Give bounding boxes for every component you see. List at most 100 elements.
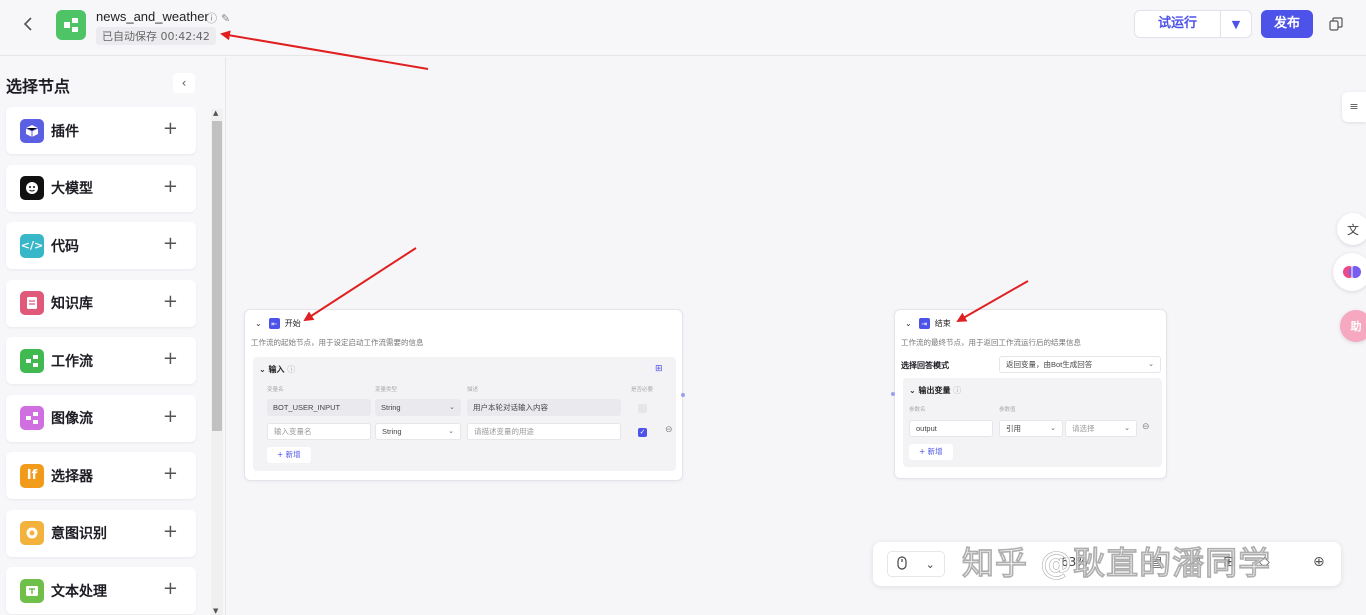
workflow-logo-icon <box>56 10 86 40</box>
node-label: 意图识别 <box>51 526 107 542</box>
start-node-title: 开始 <box>284 319 301 328</box>
document-icon <box>20 291 44 315</box>
sidebar-title: 选择节点 <box>6 77 71 96</box>
variable-name-input[interactable]: 输入变量名 <box>267 423 371 440</box>
remove-icon[interactable]: ⊖ <box>665 425 673 435</box>
param-name-input[interactable]: output <box>909 420 993 437</box>
end-node-card[interactable]: ⌄ ⇥ 结束 工作流的最终节点，用于返回工作流运行后的结果信息 选择回答模式 返… <box>894 309 1167 479</box>
test-run-button[interactable]: 试运行 ▼ <box>1134 10 1252 38</box>
start-node-card[interactable]: ⌄ ⇤ 开始 工作流的起始节点，用于设定启动工作流需要的信息 ⌄ 输入 ⓘ ⊞ … <box>244 309 683 481</box>
chevron-down-icon: ⌄ <box>1124 425 1130 432</box>
description-field: 用户本轮对话输入内容 <box>467 399 621 416</box>
variable-name-field: BOT_USER_INPUT <box>267 399 371 416</box>
info-icon[interactable]: ⓘ <box>206 12 221 25</box>
chevron-down-icon[interactable]: ⌄ <box>255 319 262 328</box>
plus-icon[interactable]: + <box>163 291 178 312</box>
sidebar-scrollbar[interactable]: ▲ ▼ <box>211 109 223 615</box>
variable-type-select[interactable]: String ⌄ <box>375 423 461 440</box>
column-header: 描述 <box>467 387 479 393</box>
plus-icon[interactable]: + <box>163 463 178 484</box>
plus-icon[interactable]: + <box>163 176 178 197</box>
node-label: 图像流 <box>51 411 93 427</box>
back-button[interactable] <box>18 12 38 36</box>
interaction-mode-select[interactable]: ⌄ <box>887 551 945 577</box>
assistant-icon[interactable]: 助 <box>1340 310 1366 342</box>
plus-icon[interactable]: + <box>163 521 178 542</box>
add-node-icon[interactable]: ⊕ <box>1313 554 1325 570</box>
node-item-plugin[interactable]: 插件 + <box>6 107 196 154</box>
cube-icon <box>20 118 44 143</box>
node-item-llm[interactable]: 大模型 + <box>6 164 196 212</box>
info-icon[interactable]: ⓘ <box>287 365 295 374</box>
column-header: 是否必要 <box>631 387 654 393</box>
panel-toggle-icon[interactable]: ≡ <box>1342 92 1366 122</box>
end-node-description: 工作流的最终节点，用于返回工作流运行后的结果信息 <box>901 338 1081 347</box>
start-icon: ⇤ <box>268 318 280 329</box>
node-item-text[interactable]: 文本处理 + <box>6 567 196 614</box>
copy-icon[interactable] <box>1325 13 1347 35</box>
input-section: ⌄ 输入 ⓘ ⊞ 变量名 变量类型 描述 是否必要 BOT_USER_INPUT… <box>253 357 676 471</box>
add-variable-button[interactable]: + 新增 <box>267 447 311 463</box>
add-input-icon[interactable]: ⊞ <box>655 364 663 374</box>
chevron-down-icon[interactable]: ⌄ <box>905 319 912 328</box>
collapse-sidebar-button[interactable]: ‹ <box>173 73 195 93</box>
required-checkbox[interactable]: ✓ <box>638 428 647 437</box>
plus-icon[interactable]: + <box>163 578 178 599</box>
chevron-down-icon: ⌄ <box>449 404 455 411</box>
plus-icon: + <box>277 450 286 459</box>
node-label: 插件 <box>51 123 79 140</box>
plus-icon[interactable]: + <box>163 348 178 369</box>
caret-down-icon[interactable]: ▼ <box>1221 18 1251 31</box>
end-input-port[interactable] <box>891 392 895 396</box>
workflow-icon <box>20 348 44 373</box>
test-run-label[interactable]: 试运行 <box>1135 11 1221 37</box>
publish-button[interactable]: 发布 <box>1261 10 1313 38</box>
plus-icon[interactable]: + <box>163 118 178 139</box>
node-item-selector[interactable]: If 选择器 + <box>6 452 196 499</box>
chevron-down-icon: ⌄ <box>925 557 935 571</box>
param-value-select[interactable]: 请选择 ⌄ <box>1065 420 1137 437</box>
translate-icon[interactable]: 文 <box>1337 213 1366 245</box>
imageflow-icon <box>20 406 44 430</box>
plus-icon[interactable]: + <box>163 233 178 254</box>
node-sidebar: 选择节点 ‹ 插件 + 大模型 + </> 代码 + 知识库 + 工作流 + 图… <box>0 57 226 615</box>
intent-icon <box>20 521 44 545</box>
node-label: 大模型 <box>51 181 93 197</box>
brain-icon[interactable] <box>1333 253 1366 291</box>
node-label: 文本处理 <box>51 583 107 600</box>
autosave-status: 已自动保存 00:42:42 <box>96 27 216 45</box>
param-ref-select[interactable]: 引用 ⌄ <box>999 420 1063 437</box>
node-label: 代码 <box>51 238 79 255</box>
column-header: 参数名 <box>909 407 926 413</box>
mouse-icon <box>897 555 907 573</box>
plus-icon: + <box>919 447 928 456</box>
chevron-down-icon[interactable]: ⌄ <box>259 365 269 374</box>
start-node-description: 工作流的起始节点，用于设定启动工作流需要的信息 <box>251 338 424 347</box>
edit-icon[interactable]: ✎ <box>221 12 234 25</box>
output-section-title: 输出变量 <box>918 386 951 395</box>
workflow-title: news_and_weather <box>96 9 209 24</box>
robot-face-icon <box>20 176 44 200</box>
watermark: 知乎 @耿直的潘同学 <box>962 544 1272 583</box>
node-list: 插件 + 大模型 + </> 代码 + 知识库 + 工作流 + 图像流 + If… <box>6 107 196 615</box>
chevron-down-icon[interactable]: ⌄ <box>909 386 919 395</box>
scroll-down-arrow-icon[interactable]: ▼ <box>213 607 218 615</box>
info-icon[interactable]: ⓘ <box>953 386 961 395</box>
scroll-up-arrow-icon[interactable]: ▲ <box>213 109 218 117</box>
column-header: 参数值 <box>999 407 1016 413</box>
chevron-down-icon: ⌄ <box>1050 425 1056 432</box>
start-output-port[interactable] <box>681 393 685 397</box>
node-item-code[interactable]: </> 代码 + <box>6 222 196 269</box>
add-output-button[interactable]: + 新增 <box>909 444 953 460</box>
remove-icon[interactable]: ⊖ <box>1142 422 1150 432</box>
text-icon <box>20 578 44 603</box>
answer-mode-select[interactable]: 返回变量，由Bot生成回答 ⌄ <box>999 356 1161 373</box>
node-item-imageflow[interactable]: 图像流 + <box>6 394 196 442</box>
node-item-knowledge[interactable]: 知识库 + <box>6 279 196 327</box>
chevron-down-icon: ⌄ <box>1148 361 1154 368</box>
description-input[interactable]: 请描述变量的用途 <box>467 423 621 440</box>
plus-icon[interactable]: + <box>163 406 178 427</box>
node-item-intent[interactable]: 意图识别 + <box>6 509 196 557</box>
node-item-workflow[interactable]: 工作流 + <box>6 337 196 384</box>
scroll-thumb[interactable] <box>212 121 222 431</box>
